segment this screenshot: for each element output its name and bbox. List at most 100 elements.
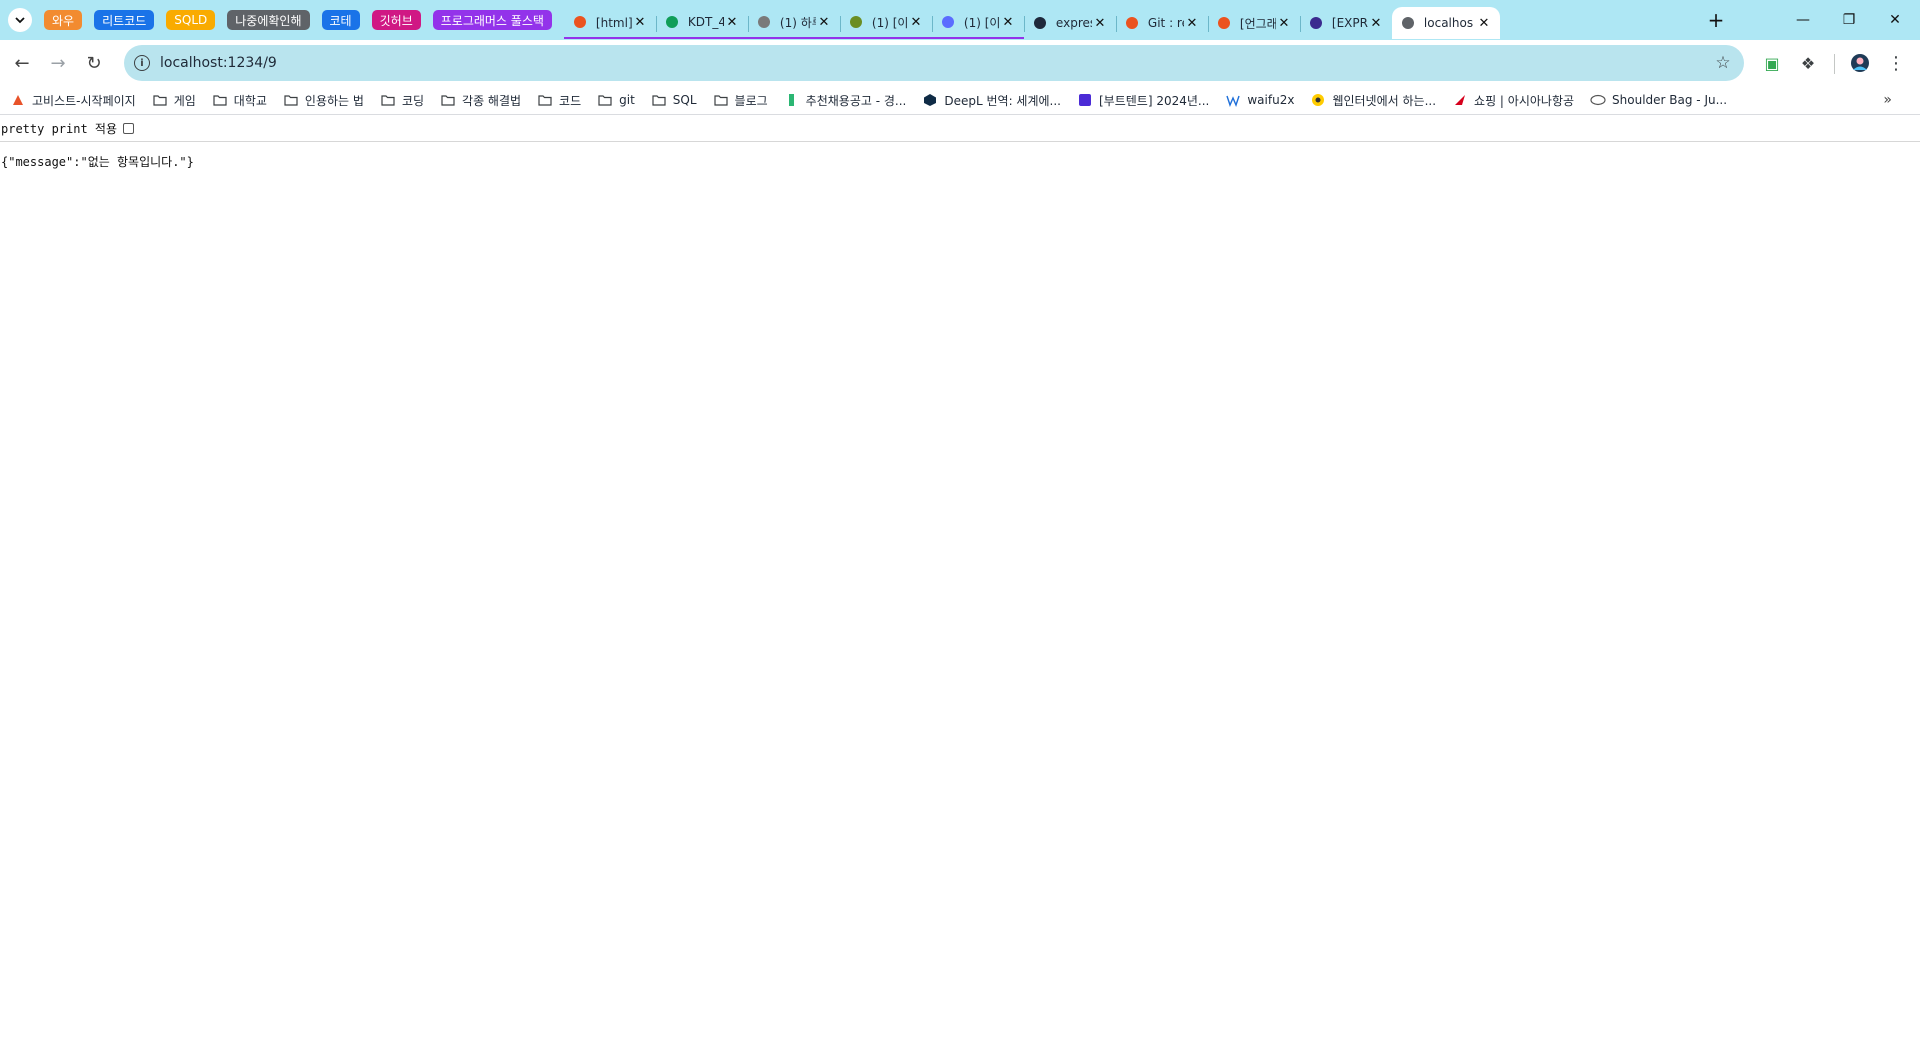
url-text[interactable]: localhost:1234/9: [160, 55, 1712, 71]
minimize-icon: —: [1796, 12, 1810, 28]
bookmark-item[interactable]: SQL: [651, 92, 697, 108]
close-icon: ✕: [1889, 12, 1901, 28]
bookmark-label: DeepL 번역: 세계에...: [944, 93, 1061, 108]
close-tab-icon[interactable]: ✕: [1000, 14, 1016, 30]
close-tab-icon[interactable]: ✕: [1368, 15, 1384, 31]
bookmark-item[interactable]: 추천채용공고 - 경...: [784, 92, 907, 109]
tab-group-chip[interactable]: SQLD: [166, 10, 216, 30]
bookmark-item[interactable]: waifu2x: [1225, 92, 1294, 108]
tab-group-chip[interactable]: 리트코드: [94, 10, 155, 30]
pretty-print-label: pretty print 적용: [1, 121, 118, 136]
tab-row: 와우 리트코드 SQLD 나중에확인해 코테 깃허브 프로그래머스 풀스택 [html]트✕K…: [44, 0, 1500, 40]
tab-title: localhos: [1423, 16, 1474, 30]
bookmark-item[interactable]: 웹인터넷에서 하는...: [1310, 92, 1436, 109]
bookmark-star-icon[interactable]: ☆: [1712, 53, 1734, 73]
airline-icon: [1452, 92, 1468, 108]
toolbar-divider: [1834, 54, 1835, 74]
tistory-icon: [572, 14, 588, 30]
bookmark-item[interactable]: 코드: [537, 92, 581, 109]
site-info-icon[interactable]: i: [134, 55, 150, 71]
browser-tab[interactable]: [html]트✕: [563, 7, 656, 39]
browser-tab[interactable]: [언그래 ✕: [1207, 7, 1300, 39]
tab-group-chip[interactable]: 나중에확인해: [227, 10, 310, 30]
sheets-plus-icon: [664, 14, 680, 30]
tab-title: (1) [이슬: [871, 15, 908, 30]
tistory-icon: [1216, 15, 1232, 31]
extension-screen-icon[interactable]: ▣: [1760, 51, 1784, 75]
minimize-button[interactable]: —: [1780, 0, 1826, 40]
w-icon: [1225, 92, 1241, 108]
site-logo-icon: [10, 92, 26, 108]
pretty-print-bar: pretty print 적용: [0, 115, 1920, 142]
close-tab-icon[interactable]: ✕: [632, 14, 648, 30]
close-tab-icon[interactable]: ✕: [1476, 15, 1492, 31]
folder-icon: [651, 92, 667, 108]
folder-icon: [152, 92, 168, 108]
browser-tab[interactable]: (1) [이슬✕: [931, 7, 1024, 39]
extensions-puzzle-icon[interactable]: ❖: [1796, 51, 1820, 75]
tab-group-chip[interactable]: 코테: [321, 10, 360, 30]
bookmark-label: git: [619, 93, 635, 107]
bookmark-label: 고비스트-시작페이지: [32, 93, 136, 108]
close-window-button[interactable]: ✕: [1872, 0, 1918, 40]
tab-strip: 와우 리트코드 SQLD 나중에확인해 코테 깃허브 프로그래머스 풀스택 [html]트✕K…: [0, 0, 1920, 40]
bookmark-item[interactable]: 쇼핑 | 아시아나항공: [1452, 92, 1574, 109]
browser-toolbar: ← → ↻ i localhost:1234/9 ☆ ▣ ❖ ⋮: [0, 40, 1920, 86]
bookmark-item[interactable]: 코딩: [380, 92, 424, 109]
folder-icon: [212, 92, 228, 108]
bookmark-label: 각종 해결법: [462, 93, 522, 108]
bookmark-item[interactable]: 대학교: [212, 92, 267, 109]
menu-kebab-icon[interactable]: ⋮: [1884, 51, 1908, 75]
bookmark-label: 인용하는 법: [304, 93, 364, 108]
pretty-print-checkbox[interactable]: [123, 122, 135, 134]
reload-icon: ↻: [86, 52, 102, 74]
browser-tab[interactable]: Git : rel✕: [1115, 7, 1208, 39]
notion-page-icon: [756, 14, 772, 30]
plus-icon: +: [1707, 8, 1725, 32]
bookmarks-overflow-icon[interactable]: »: [1883, 92, 1892, 108]
bookmark-item[interactable]: 각종 해결법: [440, 92, 521, 109]
new-tab-button[interactable]: +: [1704, 8, 1728, 32]
bookmark-item[interactable]: 인용하는 법: [283, 92, 364, 109]
restore-button[interactable]: ❐: [1826, 0, 1872, 40]
folder-icon: [713, 92, 729, 108]
browser-tab[interactable]: (1) 하루✕: [747, 7, 840, 39]
tab-active[interactable]: localhos ✕: [1391, 7, 1500, 39]
close-tab-icon[interactable]: ✕: [1276, 15, 1292, 31]
close-tab-icon[interactable]: ✕: [1184, 15, 1200, 31]
bookmark-label: 추천채용공고 - 경...: [805, 93, 907, 108]
back-button[interactable]: ←: [8, 49, 36, 77]
close-tab-icon[interactable]: ✕: [816, 14, 832, 30]
close-tab-icon[interactable]: ✕: [724, 14, 740, 30]
bookmark-item[interactable]: Shoulder Bag - Ju...: [1590, 92, 1727, 108]
folder-icon: [380, 92, 396, 108]
browser-tab[interactable]: [EXPRES✕: [1299, 7, 1392, 39]
browser-tab[interactable]: (1) [이슬✕: [839, 7, 932, 39]
bookmark-item[interactable]: git: [597, 92, 635, 108]
folder-icon: [597, 92, 613, 108]
bookmark-item[interactable]: 고비스트-시작페이지: [10, 92, 136, 109]
browser-tab[interactable]: KDT_47✕: [655, 7, 748, 39]
bookmark-item[interactable]: 블로그: [713, 92, 768, 109]
forward-button[interactable]: →: [44, 49, 72, 77]
tab-group-chip[interactable]: 프로그래머스 풀스택: [432, 10, 552, 30]
reload-button[interactable]: ↻: [80, 49, 108, 77]
bookmark-item[interactable]: [부트텐트] 2024년...: [1077, 92, 1209, 109]
profile-avatar[interactable]: [1848, 51, 1872, 75]
browser-tab[interactable]: express✕: [1023, 7, 1116, 39]
close-tab-icon[interactable]: ✕: [908, 14, 924, 30]
bookmark-item[interactable]: 게임: [152, 92, 196, 109]
bookmark-label: waifu2x: [1247, 93, 1295, 107]
tab-group-chip[interactable]: 깃허브: [371, 10, 421, 30]
tab-group-chip[interactable]: 와우: [44, 10, 83, 30]
bookmark-label: 대학교: [233, 93, 267, 108]
close-tab-icon[interactable]: ✕: [1092, 15, 1108, 31]
tab-search-button[interactable]: [8, 8, 32, 32]
tab-title: [언그래: [1239, 16, 1276, 31]
address-bar[interactable]: i localhost:1234/9 ☆: [124, 45, 1744, 81]
bookmark-item[interactable]: DeepL 번역: 세계에...: [922, 92, 1061, 109]
folder-icon: [283, 92, 299, 108]
bt-icon: [1077, 92, 1093, 108]
bookmark-label: 쇼핑 | 아시아나항공: [1474, 93, 1575, 108]
page-content: pretty print 적용 {"message":"없는 항목입니다."}: [0, 115, 1920, 1040]
